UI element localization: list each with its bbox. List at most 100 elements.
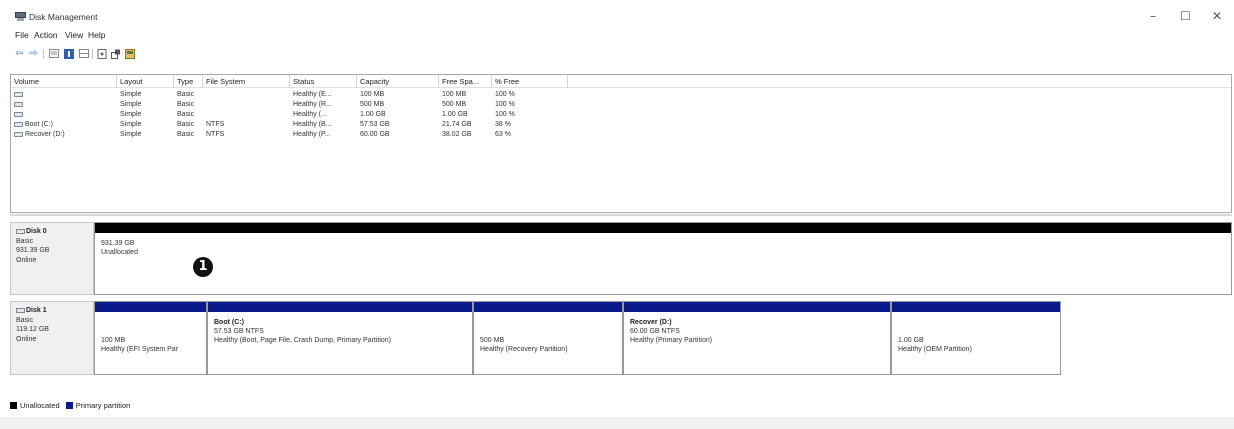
minimize-button[interactable]: – <box>1150 9 1156 23</box>
disk-list-icon[interactable] <box>78 48 89 59</box>
partition-status: Healthy (OEM Partition) <box>898 346 972 353</box>
capacity-cell: 500 MB <box>360 101 385 108</box>
free-space-cell: 38.02 GB <box>442 131 472 138</box>
partition-info: 1.00 GB Healthy (OEM Partition) <box>898 336 1058 354</box>
layout-cell: Simple <box>120 111 142 118</box>
disk-0-size: 931.39 GB <box>16 247 50 254</box>
partition-status: Healthy (Recovery Partition) <box>480 346 568 353</box>
disk-1-size: 119.12 GB <box>16 326 49 333</box>
type-cell: Basic <box>177 131 195 138</box>
column-file-system[interactable]: File System <box>203 75 290 88</box>
menu-help[interactable]: Help <box>88 30 105 40</box>
pane-splitter[interactable] <box>10 214 1232 216</box>
disk-0-type: Basic <box>16 237 34 245</box>
forward-arrow-icon[interactable]: ⇨ <box>28 48 39 59</box>
column-capacity[interactable]: Capacity <box>357 75 439 88</box>
legend-unallocated: Unallocated <box>20 401 60 410</box>
partition-oem[interactable]: 1.00 GB Healthy (OEM Partition) <box>891 301 1061 375</box>
status-cell: Healthy (B... <box>293 121 332 128</box>
volume-cell: Boot (C:) <box>11 120 117 130</box>
column-type[interactable]: Type <box>174 75 203 88</box>
partition-boot-c[interactable]: Boot (C:) 57.53 GB NTFS Healthy (Boot, P… <box>207 301 473 375</box>
column-percent-free[interactable]: % Free <box>492 75 568 88</box>
volume-icon <box>14 121 23 127</box>
volume-list-header: Volume Layout Type File System Status Ca… <box>11 75 1231 88</box>
table-row[interactable]: Recover (D:) Simple Basic NTFS Healthy (… <box>11 130 1231 140</box>
file-system-cell <box>203 110 290 120</box>
partition-size: 60.00 GB NTFS <box>630 328 680 335</box>
file-system-cell: NTFS <box>206 131 225 138</box>
partition-size: 500 MB <box>480 337 505 344</box>
settings-icon[interactable] <box>110 48 121 59</box>
menu-file[interactable]: File <box>15 30 29 40</box>
volume-icon <box>14 111 23 117</box>
maximize-button[interactable]: ☐ <box>1180 9 1191 23</box>
help-icon[interactable] <box>63 48 74 59</box>
partition-efi[interactable]: 100 MB Healthy (EFI System Par <box>94 301 207 375</box>
legend: Unallocated Primary partition <box>10 399 130 413</box>
volume-icon <box>14 101 23 107</box>
unallocated-swatch <box>10 402 17 409</box>
percent-free-cell: 100 % <box>495 91 515 98</box>
back-arrow-icon[interactable]: ⇦ <box>14 48 25 59</box>
partition-recovery[interactable]: 500 MB Healthy (Recovery Partition) <box>473 301 623 375</box>
disk-management-icon <box>15 12 26 21</box>
status-cell: Healthy (P... <box>293 131 331 138</box>
volume-list-icon[interactable] <box>48 48 59 59</box>
percent-free-cell: 100 % <box>495 101 515 108</box>
free-space-cell: 100 MB <box>442 91 467 98</box>
free-space-cell: 1.00 GB <box>442 111 468 118</box>
unallocated-band <box>95 223 1231 233</box>
rescan-icon[interactable] <box>124 48 135 59</box>
partition-size: 100 MB <box>101 337 126 344</box>
column-status[interactable]: Status <box>290 75 357 88</box>
partition-size: 931.39 GB <box>101 240 135 247</box>
partition-status: Unallocated <box>101 249 138 256</box>
disk-icon <box>16 228 25 234</box>
primary-partition-band <box>208 302 472 312</box>
unallocated-info: 931.39 GB Unallocated <box>101 239 1229 257</box>
table-row[interactable]: Simple Basic Healthy (R... 500 MB 500 MB… <box>11 100 1231 110</box>
free-space-cell: 21.74 GB <box>442 121 472 128</box>
partition-info: Boot (C:) 57.53 GB NTFS Healthy (Boot, P… <box>214 318 470 345</box>
properties-icon[interactable] <box>96 48 107 59</box>
menu-view[interactable]: View <box>65 30 83 40</box>
capacity-cell: 60.00 GB <box>360 131 390 138</box>
status-bar <box>0 417 1234 429</box>
partition-name: Recover (D:) <box>630 319 672 326</box>
disk-0-unallocated[interactable]: 931.39 GB Unallocated 1 <box>94 222 1232 295</box>
table-row[interactable]: Simple Basic Healthy (E... 100 MB 100 MB… <box>11 90 1231 100</box>
primary-partition-band <box>892 302 1060 312</box>
partition-info: 100 MB Healthy (EFI System Par <box>101 336 204 354</box>
type-cell: Basic <box>177 91 195 98</box>
column-layout[interactable]: Layout <box>117 75 174 88</box>
percent-free-cell: 63 % <box>495 131 511 138</box>
partition-info: 500 MB Healthy (Recovery Partition) <box>480 336 620 354</box>
type-cell: Basic <box>177 101 195 108</box>
capacity-cell: 100 MB <box>360 91 385 98</box>
table-row[interactable]: Boot (C:) Simple Basic NTFS Healthy (B..… <box>11 120 1231 130</box>
disk-0-label[interactable]: Disk 0 Basic 931.39 GB Online <box>10 222 94 295</box>
volume-list: Volume Layout Type File System Status Ca… <box>10 74 1232 213</box>
column-volume[interactable]: Volume <box>11 75 117 88</box>
status-cell: Healthy (... <box>293 111 327 118</box>
table-row[interactable]: Simple Basic Healthy (... 1.00 GB 1.00 G… <box>11 110 1231 120</box>
layout-cell: Simple <box>120 91 142 98</box>
volume-cell <box>11 110 117 120</box>
menu-action[interactable]: Action <box>34 30 58 40</box>
primary-partition-band <box>95 302 206 312</box>
partition-info: Recover (D:) 60.00 GB NTFS Healthy (Prim… <box>630 318 888 345</box>
layout-cell: Simple <box>120 131 142 138</box>
column-free-space[interactable]: Free Spa... <box>439 75 492 88</box>
volume-icon <box>14 131 23 137</box>
capacity-cell: 1.00 GB <box>360 111 386 118</box>
disk-0-state: Online <box>16 256 37 264</box>
toolbar: ⇦ ⇨ <box>0 46 1234 62</box>
disk-1-label[interactable]: Disk 1 Basic 119.12 GB Online <box>10 301 94 375</box>
capacity-cell: 57.53 GB <box>360 121 390 128</box>
partition-recover-d[interactable]: Recover (D:) 60.00 GB NTFS Healthy (Prim… <box>623 301 891 375</box>
file-system-cell <box>203 100 290 110</box>
close-button[interactable]: ✕ <box>1212 9 1222 23</box>
window-title: Disk Management <box>29 12 98 22</box>
volume-cell <box>11 90 117 100</box>
